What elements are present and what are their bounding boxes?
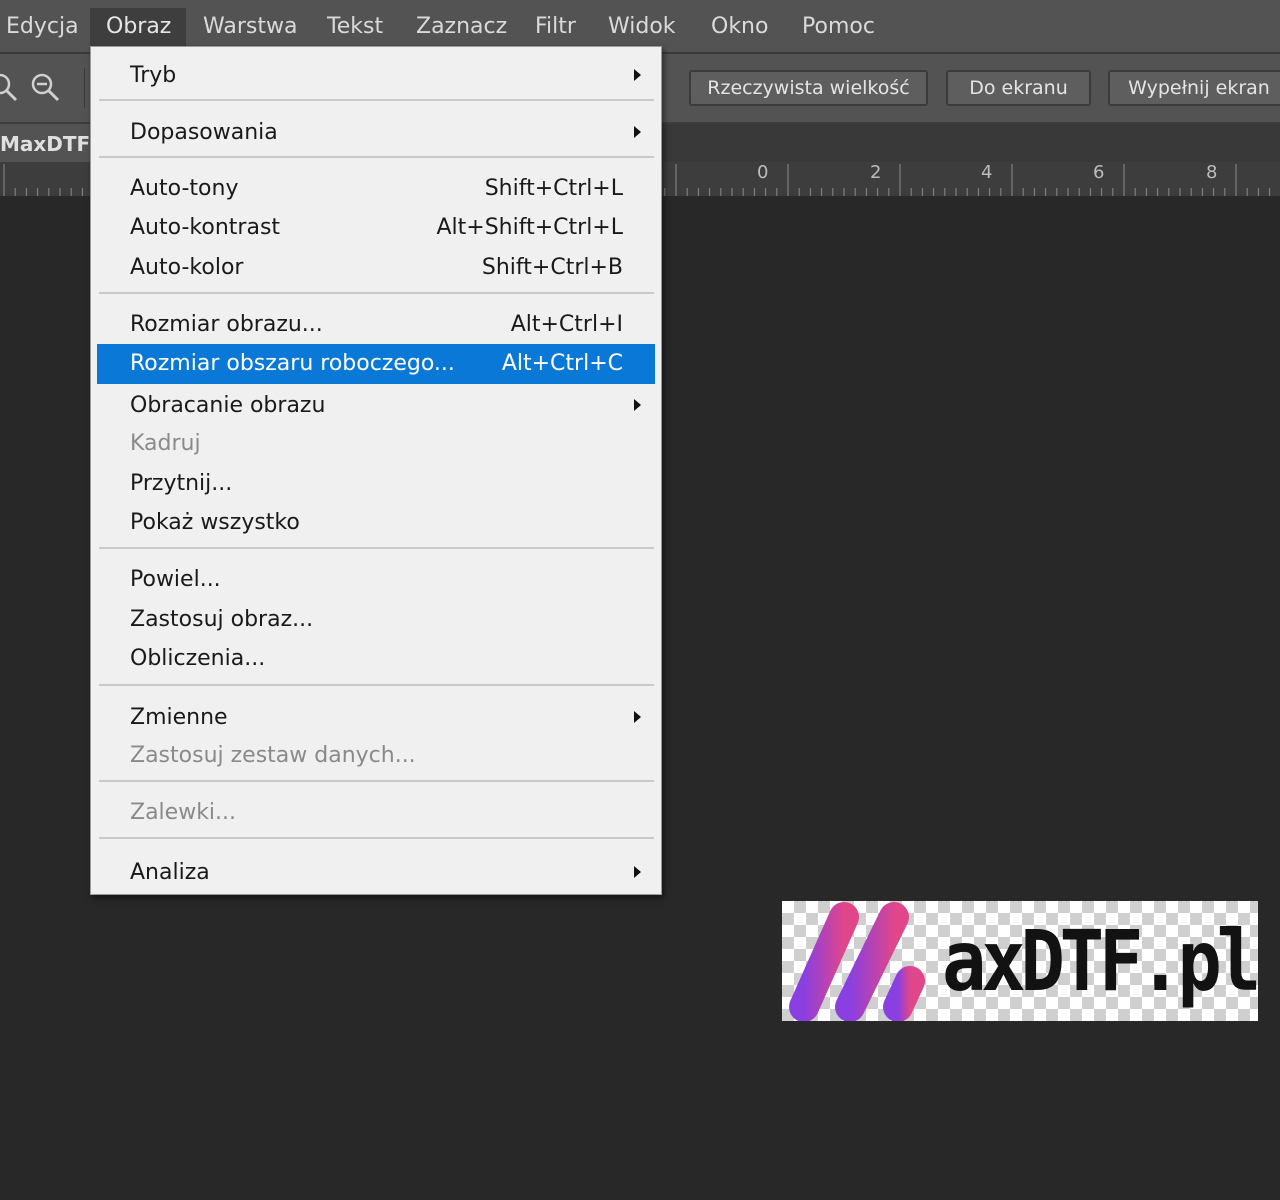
menu-okno[interactable]: Okno: [695, 8, 784, 46]
menu-item-rozmiar-obrazu[interactable]: Rozmiar obrazu... Alt+Ctrl+I: [97, 305, 655, 345]
menu-item-label: Tryb: [130, 63, 177, 88]
fill-screen-button[interactable]: Wypełnij ekran: [1108, 70, 1280, 106]
menu-item-auto-kontrast[interactable]: Auto-kontrast Alt+Shift+Ctrl+L: [97, 208, 655, 248]
ruler-label: 4: [981, 162, 993, 183]
menu-item-rozmiar-obszaru-roboczego[interactable]: Rozmiar obszaru roboczego... Alt+Ctrl+C: [97, 344, 655, 384]
toolbar-divider: [84, 68, 85, 108]
menu-item-shortcut: Shift+Ctrl+L: [484, 176, 623, 201]
menu-item-label: Pokaż wszystko: [130, 510, 300, 535]
menu-item-pokaz-wszystko[interactable]: Pokaż wszystko: [97, 503, 655, 543]
menu-item-shortcut: Shift+Ctrl+B: [481, 255, 623, 280]
submenu-arrow-icon: [634, 866, 641, 878]
menu-zaznacz[interactable]: Zaznacz: [400, 8, 523, 46]
menu-item-shortcut: Alt+Ctrl+I: [510, 312, 623, 337]
menu-filtr[interactable]: Filtr: [519, 8, 592, 46]
zoom-in-icon[interactable]: [0, 70, 20, 104]
menu-item-auto-tony[interactable]: Auto-tony Shift+Ctrl+L: [97, 169, 655, 209]
ruler-label: 2: [870, 162, 882, 183]
brand-logo-mark: [789, 902, 925, 1021]
submenu-arrow-icon: [634, 399, 641, 411]
menu-item-label: Zastosuj zestaw danych...: [130, 743, 416, 768]
menu-item-label: Powiel...: [130, 567, 221, 592]
menu-item-tryb[interactable]: Tryb: [97, 56, 655, 96]
menu-item-zastosuj-zestaw-danych[interactable]: Zastosuj zestaw danych...: [97, 736, 655, 776]
menu-item-label: Auto-kontrast: [130, 215, 281, 240]
menu-divider: [99, 547, 654, 549]
menu-divider: [99, 99, 654, 101]
menu-item-shortcut: Alt+Ctrl+C: [501, 351, 623, 376]
menu-item-dopasowania[interactable]: Dopasowania: [97, 113, 655, 153]
menu-divider: [99, 156, 654, 158]
canvas-image: axDTF.pl: [782, 901, 1258, 1021]
fit-screen-button[interactable]: Do ekranu: [946, 70, 1091, 106]
menu-divider: [99, 837, 654, 839]
menu-item-label: Zastosuj obraz...: [130, 607, 314, 632]
menu-item-zastosuj-obraz[interactable]: Zastosuj obraz...: [97, 600, 655, 640]
menu-item-label: Obliczenia...: [130, 646, 266, 671]
image-menu-dropdown: Tryb Dopasowania Auto-tony Shift+Ctrl+L …: [90, 46, 662, 895]
menu-item-label: Rozmiar obszaru roboczego...: [130, 351, 455, 376]
menu-item-label: Auto-tony: [130, 176, 239, 201]
ruler-label: 6: [1093, 162, 1105, 183]
menu-warstwa[interactable]: Warstwa: [187, 8, 313, 46]
menu-item-obracanie-obrazu[interactable]: Obracanie obrazu: [97, 386, 655, 426]
zoom-out-icon[interactable]: [28, 70, 62, 104]
menu-edycja[interactable]: Edycja: [0, 8, 95, 46]
menu-divider: [99, 684, 654, 686]
menu-divider: [99, 292, 654, 294]
menu-item-analiza[interactable]: Analiza: [97, 853, 655, 893]
menu-item-auto-kolor[interactable]: Auto-kolor Shift+Ctrl+B: [97, 248, 655, 288]
actual-size-button[interactable]: Rzeczywista wielkość: [689, 70, 928, 106]
brand-logo-text: axDTF.pl: [942, 912, 1258, 1010]
menu-item-label: Rozmiar obrazu...: [130, 312, 323, 337]
menu-item-przytnij[interactable]: Przytnij...: [97, 464, 655, 504]
menu-item-label: Auto-kolor: [130, 255, 244, 280]
menu-item-label: Analiza: [130, 860, 210, 885]
menu-item-powiel[interactable]: Powiel...: [97, 560, 655, 600]
menu-item-obliczenia[interactable]: Obliczenia...: [97, 639, 655, 679]
menu-widok[interactable]: Widok: [592, 8, 692, 46]
menu-item-label: Kadruj: [130, 431, 201, 456]
menu-obraz[interactable]: Obraz: [90, 8, 186, 46]
submenu-arrow-icon: [634, 126, 641, 138]
menu-item-label: Zmienne: [130, 705, 228, 730]
menu-tekst[interactable]: Tekst: [311, 8, 399, 46]
submenu-arrow-icon: [634, 711, 641, 723]
menu-item-shortcut: Alt+Shift+Ctrl+L: [436, 215, 624, 240]
menu-item-label: Zalewki...: [130, 800, 237, 825]
menu-item-zmienne[interactable]: Zmienne: [97, 698, 655, 738]
ruler-label: 8: [1206, 162, 1218, 183]
ruler-label: 0: [757, 162, 769, 183]
submenu-arrow-icon: [634, 69, 641, 81]
menu-item-zalewki[interactable]: Zalewki...: [97, 793, 655, 833]
menu-item-kadruj[interactable]: Kadruj: [97, 424, 655, 464]
menu-item-label: Dopasowania: [130, 120, 278, 145]
menu-item-label: Obracanie obrazu: [130, 393, 326, 418]
menu-divider: [99, 780, 654, 782]
menu-item-label: Przytnij...: [130, 471, 233, 496]
menu-pomoc[interactable]: Pomoc: [786, 8, 891, 46]
